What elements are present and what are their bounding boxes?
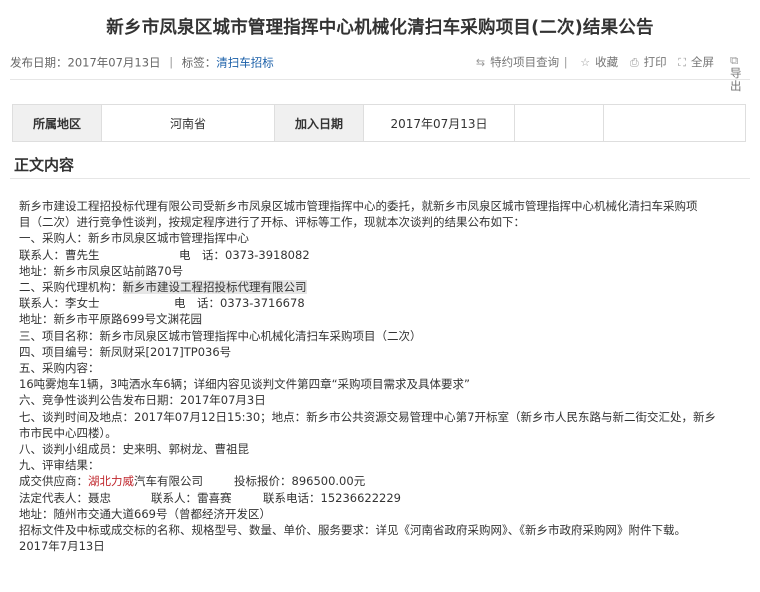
paragraph-line: 地址：新乡市凤泉区站前路70号: [19, 263, 184, 278]
divider: |: [563, 55, 568, 69]
paragraph-line: 三、项目名称：新乡市凤泉区城市管理指挥中心机械化清扫车采购项目（二次）: [19, 328, 422, 343]
paragraph-line: 招标文件及中标或成交标的名称、规格型号、数量、单价、服务要求：详见《河南省政府采…: [19, 523, 686, 538]
paragraph-line: 六、竞争性谈判公告发布日期：2017年07月3日: [19, 393, 266, 408]
divider: |: [169, 55, 174, 69]
paragraph-line: 联系人：李女士电 话：0373-3716678: [19, 296, 305, 311]
divider: [10, 79, 750, 80]
paragraph-line: 16吨雾炮车1辆，3吨洒水车6辆；详细内容见谈判文件第四章“采购项目需求及具体要…: [19, 377, 470, 392]
supplier-link[interactable]: 湖北力威: [88, 474, 134, 488]
paragraph-line: 七、谈判时间及地点：2017年07月12日15:30；地点：新乡市公共资源交易管…: [19, 409, 716, 424]
paragraph-line: 八、谈判小组成员：史来明、郭树龙、曹祖昆: [19, 442, 249, 457]
publish-date: 2017年07月13日: [67, 55, 161, 69]
export-button[interactable]: ⧉导出: [730, 54, 744, 93]
date-label: 加入日期: [274, 104, 364, 142]
paragraph-line: 成交供应商：湖北力威汽车有限公司 投标报价：896500.00元: [19, 474, 366, 489]
fullscreen-button[interactable]: ⛶ 全屏: [674, 55, 714, 69]
announcement-body: 新乡市建设工程招投标代理有限公司受新乡市凤泉区城市管理指挥中心的委托，就新乡市凤…: [19, 198, 745, 554]
info-table: 所属地区 河南省 加入日期 2017年07月13日: [12, 104, 746, 142]
paragraph-line: 市市民中心四楼）。: [19, 425, 117, 440]
date-value: 2017年07月13日: [363, 104, 515, 142]
favorite-button[interactable]: ☆ 收藏: [576, 55, 618, 69]
paragraph-line: 2017年7月13日: [19, 539, 105, 554]
share-icon: ⇆: [475, 56, 486, 69]
page-title: 新乡市凤泉区城市管理指挥中心机械化清扫车采购项目(二次)结果公告: [106, 18, 654, 38]
region-value: 河南省: [101, 104, 275, 142]
paragraph-line: 法定代表人：聂忠 联系人：雷喜赛 联系电话：15236622229: [19, 490, 401, 505]
paragraph-line: 二、采购代理机构：新乡市建设工程招投标代理有限公司: [19, 280, 307, 295]
print-button[interactable]: ⎙ 打印: [626, 55, 667, 69]
tag-label: 标签：: [181, 55, 217, 69]
paragraph-line: 目（二次）进行竞争性谈判，按规定程序进行了开标、评标等工作，现就本次谈判的结果公…: [19, 215, 525, 230]
empty-cell: [514, 104, 604, 142]
print-icon: ⎙: [629, 56, 639, 69]
paragraph-line: 一、采购人：新乡市凤泉区城市管理指挥中心: [19, 231, 249, 246]
publish-date-label: 发布日期：: [10, 55, 68, 69]
empty-cell: [603, 104, 746, 142]
tag-link[interactable]: 清扫车招标: [216, 55, 274, 69]
section-title: 正文内容: [14, 156, 75, 174]
paragraph-line: 四、项目编号：新凤财采[2017]TP036号: [19, 344, 232, 359]
paragraph-line: 五、采购内容：: [19, 361, 100, 376]
export-icon: ⧉: [730, 53, 739, 67]
project-query-button[interactable]: ⇆ 特约项目查询: [472, 55, 559, 69]
fullscreen-icon: ⛶: [678, 56, 686, 69]
toolbar: ⇆ 特约项目查询 | ☆ 收藏 ⎙ 打印 ⛶ 全屏: [468, 54, 714, 70]
paragraph-line: 地址：新乡市平原路699号文渊花园: [19, 312, 202, 327]
paragraph-line: 新乡市建设工程招投标代理有限公司受新乡市凤泉区城市管理指挥中心的委托，就新乡市凤…: [19, 199, 698, 213]
star-icon: ☆: [580, 56, 591, 69]
highlighted-text: 新乡市建设工程招投标代理有限公司: [122, 280, 307, 295]
region-label: 所属地区: [12, 104, 102, 142]
paragraph-line: 联系人：曹先生电 话：0373-3918082: [19, 247, 310, 262]
paragraph-line: 地址：随州市交通大道669号（曾都经济开发区）: [19, 506, 271, 521]
meta-bar: 发布日期：2017年07月13日 | 标签：清扫车招标 ⇆ 特约项目查询 | ☆ 收…: [10, 54, 752, 74]
divider: [10, 178, 750, 179]
paragraph-line: 九、评审结果：: [19, 458, 100, 473]
